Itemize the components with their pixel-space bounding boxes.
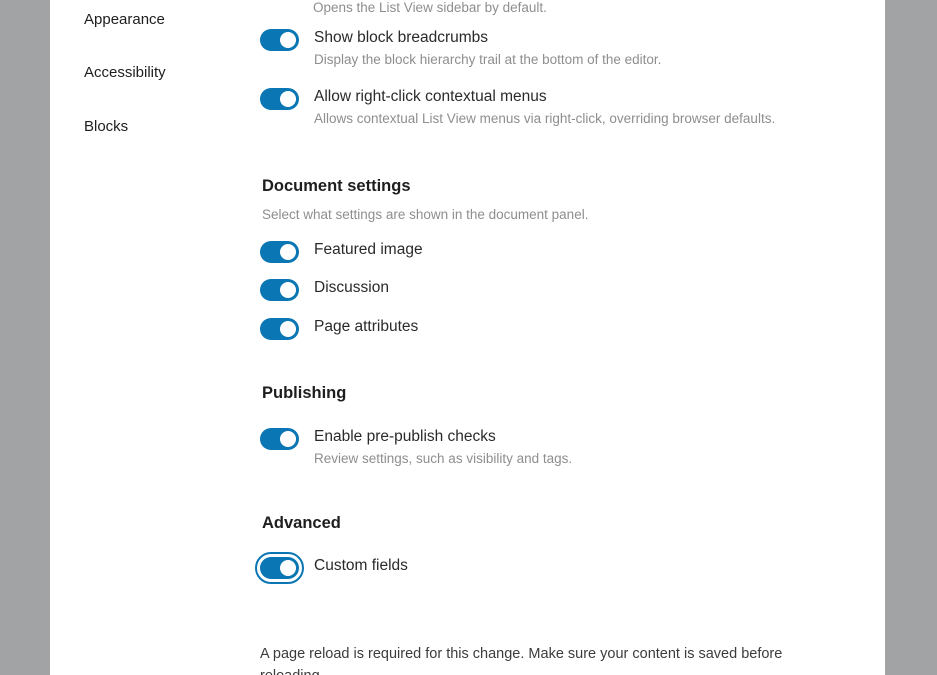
toggle-knob: [280, 321, 296, 337]
screen-root: Appearance Accessibility Blocks Opens th…: [0, 0, 937, 675]
setting-row-custom-fields: Custom fields: [255, 552, 820, 584]
toggle-show-block-breadcrumbs[interactable]: [260, 29, 299, 51]
list-view-help-text: Opens the List View sidebar by default.: [313, 0, 547, 15]
setting-text: Featured image: [314, 240, 423, 261]
setting-help: Review settings, such as visibility and …: [314, 450, 573, 466]
toggle-knob: [280, 32, 296, 48]
setting-text: Page attributes: [314, 317, 418, 338]
preferences-modal: Appearance Accessibility Blocks Opens th…: [50, 0, 885, 675]
toggle-custom-fields[interactable]: [255, 552, 304, 584]
section-title-publishing: Publishing: [262, 384, 347, 402]
setting-label: Page attributes: [314, 318, 419, 335]
setting-row-featured-image: Featured image: [260, 240, 423, 263]
setting-text: Allow right-click contextual menus Allow…: [314, 87, 775, 129]
setting-row-discussion: Discussion: [260, 278, 389, 301]
toggle-knob: [280, 91, 296, 107]
toggle-featured-image[interactable]: [260, 241, 299, 263]
toggle-discussion[interactable]: [260, 279, 299, 301]
setting-row-show-block-breadcrumbs: Show block breadcrumbs Display the block…: [260, 28, 661, 70]
setting-label: Show block breadcrumbs: [314, 29, 489, 46]
setting-text: Custom fields: [314, 556, 408, 577]
setting-help: Display the block hierarchy trail at the…: [314, 51, 662, 67]
toggle-page-attributes[interactable]: [260, 318, 299, 340]
setting-row-page-attributes: Page attributes: [260, 317, 418, 340]
section-description-document-settings: Select what settings are shown in the do…: [262, 207, 589, 222]
toggle-knob: [280, 244, 296, 260]
section-title-document-settings: Document settings: [262, 177, 411, 195]
toggle-knob: [280, 282, 296, 298]
section-title-advanced: Advanced: [262, 514, 341, 532]
custom-fields-reload-note: A page reload is required for this chang…: [260, 646, 783, 675]
setting-label: Custom fields: [314, 557, 408, 574]
toggle-enable-pre-publish-checks[interactable]: [260, 428, 299, 450]
setting-label: Discussion: [314, 279, 389, 296]
preferences-content: Opens the List View sidebar by default. …: [255, 0, 885, 675]
setting-label: Enable pre-publish checks: [314, 428, 496, 445]
toggle-knob: [280, 560, 296, 576]
setting-label: Allow right-click contextual menus: [314, 88, 547, 105]
setting-row-enable-pre-publish-checks: Enable pre-publish checks Review setting…: [260, 427, 572, 469]
setting-help: Allows contextual List View menus via ri…: [314, 110, 776, 126]
toggle-allow-right-click-contextual-menus[interactable]: [260, 88, 299, 110]
toggle-knob: [280, 431, 296, 447]
setting-text: Enable pre-publish checks Review setting…: [314, 427, 572, 469]
setting-label: Featured image: [314, 241, 423, 258]
advanced-block: Custom fields A page reload is required …: [255, 552, 820, 675]
setting-text: Show block breadcrumbs Display the block…: [314, 28, 661, 70]
setting-text: Discussion: [314, 278, 389, 299]
setting-row-allow-right-click-contextual-menus: Allow right-click contextual menus Allow…: [260, 87, 775, 129]
preferences-sidebar: Appearance Accessibility Blocks: [50, 0, 260, 675]
